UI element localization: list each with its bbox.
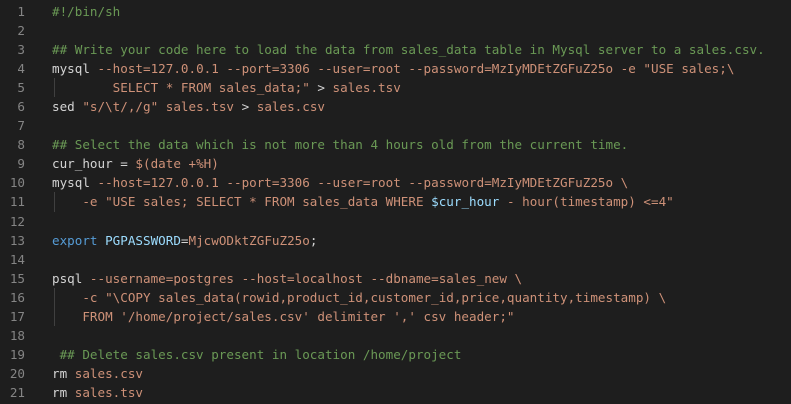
code-text[interactable]: mysql --host=127.0.0.1 --port=3306 --use… — [52, 59, 734, 78]
code-line[interactable]: 16 -c "\COPY sales_data(rowid,product_id… — [0, 287, 791, 307]
line-number: 7 — [17, 118, 25, 134]
code-token: > — [309, 80, 333, 96]
line-number: 8 — [17, 137, 25, 153]
code-line[interactable]: 17 FROM '/home/project/sales.csv' delimi… — [0, 306, 791, 326]
code-token: sed — [52, 99, 83, 115]
code-line[interactable]: 15 psql --username=postgres --host=localh… — [0, 269, 791, 288]
line-number: 3 — [17, 42, 25, 58]
code-token: $(date +%H) — [135, 156, 219, 172]
line-number: 1 — [17, 4, 25, 19]
code-token: mysql — [52, 61, 90, 77]
line-number: 11 — [9, 194, 25, 210]
code-token: MjcwODktZGFuZ25o — [188, 232, 310, 248]
code-text[interactable]: sed "s/\t/,/g" sales.tsv > sales.csv — [52, 97, 325, 116]
line-number: 20 — [9, 365, 25, 381]
code-token: -e — [52, 194, 106, 210]
code-token: $cur_hour — [431, 194, 500, 210]
code-text[interactable]: psql --username=postgres --host=localhos… — [52, 269, 522, 288]
line-number: 16 — [9, 289, 25, 305]
code-token: "USE sales; SELECT * FROM sales_data WHE… — [105, 194, 432, 210]
code-token: ; — [309, 232, 318, 248]
code-token: PGPASSWORD — [105, 232, 181, 248]
code-line[interactable]: 6 sed "s/\t/,/g" sales.tsv > sales.csv — [0, 97, 791, 116]
code-line[interactable]: 11 -e "USE sales; SELECT * FROM sales_da… — [0, 192, 791, 212]
code-line[interactable]: 12 — [0, 212, 791, 231]
code-token: sales.tsv — [67, 384, 143, 400]
line-number: 21 — [9, 384, 25, 400]
code-text[interactable]: -e "USE sales; SELECT * FROM sales_data … — [52, 192, 674, 211]
code-line[interactable]: 8 ## Select the data which is not more th… — [0, 135, 791, 154]
line-number: 17 — [9, 308, 25, 324]
code-token: - hour(timestamp) <=4" — [499, 194, 674, 210]
code-token: mysql — [52, 175, 90, 191]
code-line[interactable]: 21 rm sales.tsv — [0, 383, 791, 402]
code-token: FROM '/home/project/sales.csv' delimiter… — [52, 308, 515, 324]
line-number: 14 — [9, 251, 25, 267]
line-number: 5 — [17, 80, 25, 96]
code-line[interactable]: 14 — [0, 250, 791, 269]
code-token: "s/\t/,/g" — [82, 99, 159, 115]
code-text[interactable]: ## Delete sales.csv present in location … — [52, 345, 462, 364]
code-text[interactable]: ## Select the data which is not more tha… — [52, 135, 628, 154]
code-token: > — [241, 99, 257, 115]
code-text[interactable]: FROM '/home/project/sales.csv' delimiter… — [52, 307, 515, 326]
line-number: 18 — [9, 327, 25, 343]
code-token: rm — [52, 365, 68, 381]
line-number: 9 — [17, 156, 25, 172]
line-number: 12 — [9, 213, 25, 229]
code-text[interactable]: #!/bin/sh — [52, 2, 120, 21]
code-text[interactable]: SELECT * FROM sales_data;" > sales.tsv — [52, 78, 401, 97]
code-token: "USE sales;\ — [643, 61, 735, 77]
code-line[interactable]: 20 rm sales.csv — [0, 364, 791, 383]
code-token: -c — [52, 289, 106, 305]
line-number: 10 — [9, 175, 25, 191]
code-token: = — [180, 232, 189, 248]
code-line[interactable]: 7 — [0, 116, 791, 135]
line-number: 15 — [9, 270, 25, 286]
code-line[interactable]: 9 cur_hour = $(date +%H) — [0, 154, 791, 173]
line-number: 4 — [17, 61, 25, 77]
code-line[interactable]: 13 export PGPASSWORD=MjcwODktZGFuZ25o; — [0, 231, 791, 250]
code-line[interactable]: 1 #!/bin/sh — [0, 2, 791, 21]
line-number: 13 — [9, 232, 25, 248]
code-line[interactable]: 10 mysql --host=127.0.0.1 --port=3306 --u… — [0, 173, 791, 192]
code-line[interactable]: 5 SELECT * FROM sales_data;" > sales.tsv — [0, 78, 791, 98]
code-line[interactable]: 19 ## Delete sales.csv present in locati… — [0, 345, 791, 364]
code-token: --username=postgres --host=localhost --d… — [82, 270, 523, 286]
line-number: 6 — [17, 99, 25, 115]
code-token: ## Delete sales.csv present in location … — [52, 346, 462, 362]
code-text[interactable]: mysql --host=127.0.0.1 --port=3306 --use… — [52, 173, 628, 192]
code-text[interactable]: rm sales.csv — [52, 364, 143, 383]
code-text[interactable]: export PGPASSWORD=MjcwODktZGFuZ25o; — [52, 231, 317, 250]
code-line[interactable]: 18 — [0, 326, 791, 345]
code-line[interactable]: 2 — [0, 21, 791, 40]
code-token: = — [112, 156, 136, 172]
code-token: psql — [52, 270, 83, 286]
code-token: SELECT * FROM sales_data;" — [52, 80, 310, 96]
code-token: cur_hour — [52, 156, 113, 172]
code-line[interactable]: 3 ## Write your code here to load the dat… — [0, 40, 791, 59]
code-token: --host=127.0.0.1 --port=3306 --user=root… — [89, 175, 629, 191]
line-number: 2 — [17, 23, 25, 39]
code-token: export — [52, 232, 106, 248]
line-number: 19 — [9, 346, 25, 362]
code-token: sales.csv — [67, 365, 143, 381]
code-token: ## Write your code here to load the data… — [52, 42, 765, 58]
code-text[interactable]: ## Write your code here to load the data… — [52, 40, 765, 59]
code-line[interactable]: 4 mysql --host=127.0.0.1 --port=3306 --us… — [0, 59, 791, 78]
code-editor[interactable]: 1 #!/bin/sh 2 3 ## Write your code here to l… — [0, 0, 791, 404]
code-token: --host=127.0.0.1 --port=3306 --user=root… — [89, 61, 644, 77]
code-token: sales.tsv — [332, 80, 401, 96]
code-token: ## Select the data which is not more tha… — [52, 137, 629, 153]
code-text[interactable]: cur_hour = $(date +%H) — [52, 154, 219, 173]
code-token: #!/bin/sh — [52, 4, 121, 19]
code-token: rm — [52, 384, 68, 400]
code-token: sales.tsv — [158, 99, 242, 115]
code-text[interactable]: rm sales.tsv — [52, 383, 143, 402]
code-text[interactable]: -c "\COPY sales_data(rowid,product_id,cu… — [52, 288, 666, 307]
code-token: sales.csv — [256, 99, 325, 115]
code-token: "\COPY sales_data(rowid,product_id,custo… — [105, 289, 667, 305]
